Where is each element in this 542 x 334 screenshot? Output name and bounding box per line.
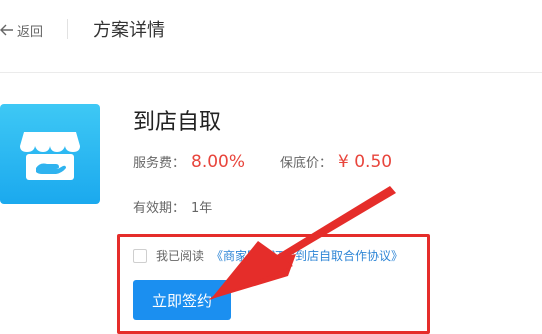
service-fee-value: 8.00% bbox=[191, 152, 246, 172]
validity-period: 有效期： 1年 bbox=[133, 197, 212, 216]
product-logo bbox=[0, 104, 100, 204]
agreement-link[interactable]: 《商家网上订餐到店自取合作协议》 bbox=[211, 247, 403, 264]
back-label: 返回 bbox=[17, 24, 44, 40]
service-fee: 服务费： 8.00% bbox=[133, 152, 245, 172]
floor-price-value: ¥ 0.50 bbox=[338, 152, 393, 172]
agreement-read-label: 我已阅读 bbox=[156, 249, 205, 263]
header-divider bbox=[67, 19, 68, 39]
storefront-hand-icon bbox=[20, 132, 80, 180]
arrow-left-icon bbox=[0, 24, 13, 36]
service-fee-label: 服务费： bbox=[133, 156, 186, 171]
page-title: 方案详情 bbox=[93, 20, 165, 41]
floor-price-label: 保底价： bbox=[280, 156, 333, 171]
validity-value: 1年 bbox=[191, 201, 213, 216]
floor-price: 保底价： ¥ 0.50 bbox=[280, 152, 392, 172]
agreement-checkbox[interactable] bbox=[133, 249, 147, 263]
back-button[interactable]: 返回 bbox=[0, 20, 43, 40]
validity-label: 有效期： bbox=[133, 201, 186, 216]
page-header: 返回 方案详情 bbox=[0, 0, 542, 73]
sign-now-button[interactable]: 立即签约 bbox=[133, 280, 231, 320]
product-name: 到店自取 bbox=[133, 110, 222, 135]
